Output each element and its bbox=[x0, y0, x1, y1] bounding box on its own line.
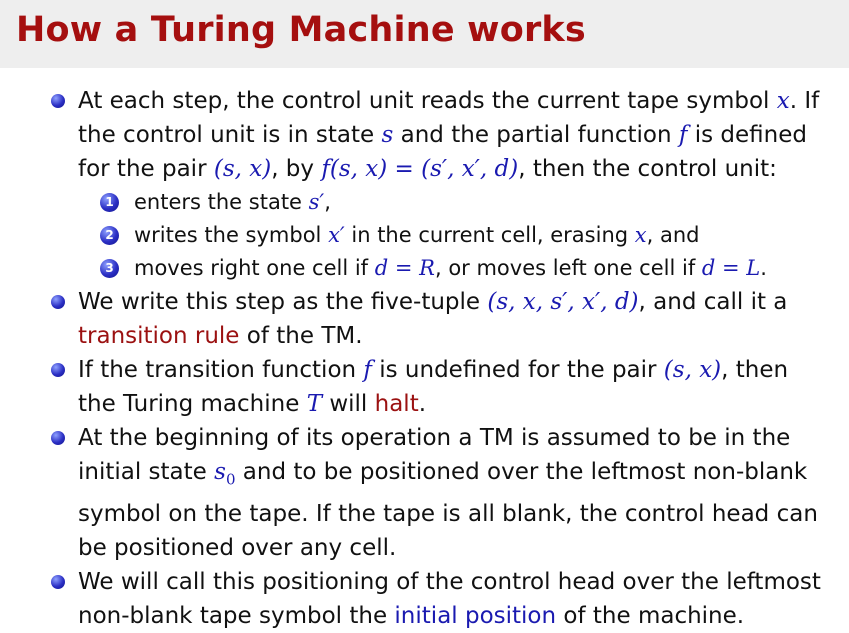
enumerated-actions: 1 enters the state s′, 2 writes the symb… bbox=[0, 186, 849, 285]
bullet-line: initial state s0 and to be positioned ov… bbox=[78, 455, 835, 497]
text: At each step, the control unit reads the… bbox=[78, 88, 777, 114]
math-x: x bbox=[776, 88, 790, 114]
bullet-icon bbox=[51, 295, 65, 309]
bullet-line: the control unit is in state s and the p… bbox=[78, 118, 835, 152]
text: initial state bbox=[78, 459, 215, 485]
text: and to be positioned over the leftmost n… bbox=[235, 459, 808, 485]
math: x bbox=[634, 223, 647, 247]
text: of the TM. bbox=[239, 323, 363, 349]
bullet-line: transition rule of the TM. bbox=[78, 319, 835, 353]
math: d = R bbox=[374, 256, 435, 280]
math-T: T bbox=[306, 391, 323, 417]
math-pair: (s, x) bbox=[663, 357, 722, 383]
term-halt: halt bbox=[374, 391, 419, 417]
math-f: f bbox=[363, 357, 372, 383]
title-bar: How a Turing Machine works bbox=[0, 0, 849, 68]
text: and the partial function bbox=[393, 122, 679, 148]
bullet-initial-position: We will call this positioning of the con… bbox=[0, 565, 849, 633]
text: is defined bbox=[687, 122, 807, 148]
term-transition-rule: transition rule bbox=[78, 323, 240, 349]
text: . bbox=[760, 256, 767, 280]
text: for the pair bbox=[78, 156, 214, 182]
bullet-line: the Turing machine T will halt. bbox=[78, 387, 835, 421]
bullet-line: At the beginning of its operation a TM i… bbox=[78, 425, 791, 451]
number-badge-icon: 2 bbox=[100, 226, 119, 245]
text: will bbox=[322, 391, 375, 417]
text: If the transition function bbox=[78, 357, 364, 383]
text: We write this step as the five-tuple bbox=[78, 289, 488, 315]
text: , by bbox=[271, 156, 322, 182]
math: s′ bbox=[308, 190, 325, 214]
bullet-icon bbox=[51, 363, 65, 377]
math-subscript: 0 bbox=[225, 470, 236, 489]
text: in the current cell, erasing bbox=[344, 223, 635, 247]
bullet-line: non-blank tape symbol the initial positi… bbox=[78, 599, 835, 633]
math-equation: f(s, x) = (s′, x′, d) bbox=[321, 156, 519, 182]
text: non-blank tape symbol the bbox=[78, 602, 395, 629]
text: the Turing machine bbox=[78, 391, 307, 417]
list-item: 3 moves right one cell if d = R, or move… bbox=[0, 252, 849, 285]
list-item: 1 enters the state s′, bbox=[0, 186, 849, 219]
bullet-line: be positioned over any cell. bbox=[78, 534, 397, 561]
text: writes the symbol bbox=[134, 223, 329, 247]
number-badge-icon: 1 bbox=[100, 193, 119, 212]
text: , and call it a bbox=[638, 289, 788, 315]
text: . If bbox=[789, 88, 820, 114]
bullet-line: symbol on the tape. If the tape is all b… bbox=[78, 500, 818, 527]
text: . bbox=[418, 391, 427, 417]
math: d = L bbox=[701, 256, 761, 280]
bullet-line: If the transition function f is undefine… bbox=[78, 353, 835, 387]
text: , bbox=[324, 190, 331, 214]
slide-content: At each step, the control unit reads the… bbox=[0, 84, 849, 633]
bullet-halt: If the transition function f is undefine… bbox=[0, 353, 849, 421]
bullet-icon bbox=[51, 574, 65, 589]
number-badge-icon: 3 bbox=[100, 259, 119, 278]
bullet-icon bbox=[51, 94, 65, 108]
text: the control unit is in state bbox=[78, 122, 382, 148]
bullet-line: We write this step as the five-tuple (s,… bbox=[78, 285, 835, 319]
math: x′ bbox=[328, 223, 345, 247]
text: moves right one cell if bbox=[134, 256, 375, 280]
text: , and bbox=[646, 223, 700, 247]
math-pair: (s, x) bbox=[213, 156, 272, 182]
bullet-step: At each step, the control unit reads the… bbox=[0, 84, 849, 186]
bullet-five-tuple: We write this step as the five-tuple (s,… bbox=[0, 285, 849, 353]
bullet-line: We will call this positioning of the con… bbox=[78, 568, 821, 595]
text: enters the state bbox=[134, 190, 309, 214]
bullet-initial-state: At the beginning of its operation a TM i… bbox=[0, 421, 849, 565]
text: , then bbox=[721, 357, 789, 383]
math-tuple: (s, x, s′, x′, d) bbox=[487, 289, 639, 315]
term-initial-position: initial position bbox=[394, 602, 557, 629]
text: of the machine. bbox=[556, 602, 745, 629]
math-s0: s bbox=[214, 459, 226, 485]
text: , then the control unit: bbox=[518, 156, 777, 182]
bullet-line: for the pair (s, x), by f(s, x) = (s′, x… bbox=[78, 152, 835, 186]
math-s: s bbox=[381, 122, 394, 148]
bullet-icon bbox=[51, 431, 65, 445]
text: is undefined for the pair bbox=[371, 357, 664, 383]
bullet-line: At each step, the control unit reads the… bbox=[78, 84, 835, 118]
list-item: 2 writes the symbol x′ in the current ce… bbox=[0, 219, 849, 252]
slide-title: How a Turing Machine works bbox=[16, 10, 586, 50]
text: , or moves left one cell if bbox=[434, 256, 702, 280]
